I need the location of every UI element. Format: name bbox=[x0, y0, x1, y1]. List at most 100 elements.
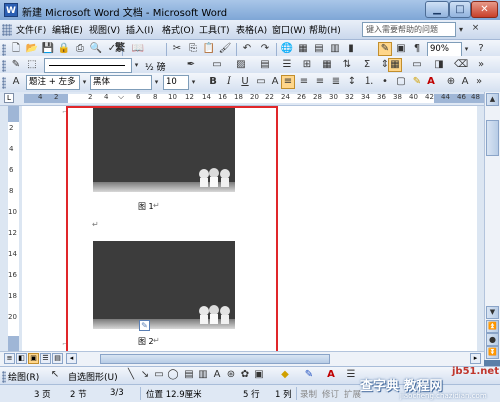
help-dropdown-icon[interactable]: ▾ bbox=[459, 25, 463, 34]
hyperlink-icon[interactable]: 🌐 bbox=[280, 42, 294, 56]
character-shading-icon[interactable]: A bbox=[268, 75, 282, 89]
toolbar-grip[interactable] bbox=[2, 371, 6, 383]
font-dropdown-icon[interactable]: ▾ bbox=[152, 75, 161, 90]
draw-table-icon[interactable]: ▦ bbox=[388, 58, 402, 72]
previous-page-icon[interactable]: ⏫ bbox=[486, 320, 499, 333]
maximize-button[interactable]: □ bbox=[449, 1, 471, 18]
menu-edit[interactable]: 编辑(E) bbox=[52, 23, 83, 36]
vertical-scrollbar[interactable]: ▲ ▼ ⏫ ● ⏬ bbox=[484, 92, 500, 360]
select-objects-icon[interactable]: ↖ bbox=[48, 368, 62, 382]
menu-tools[interactable]: 工具(T) bbox=[199, 23, 230, 36]
wordart-icon[interactable]: A bbox=[210, 368, 224, 382]
cut-icon[interactable]: ✂ bbox=[170, 42, 184, 56]
permission-icon[interactable]: 🔒 bbox=[57, 42, 71, 56]
menu-help[interactable]: 帮助(H) bbox=[309, 23, 341, 36]
autosum-icon[interactable]: Σ bbox=[360, 58, 374, 72]
align-center-icon[interactable]: ≡ bbox=[297, 75, 311, 89]
grow-font-icon[interactable]: A bbox=[458, 75, 472, 89]
font-size-dropdown-icon[interactable]: ▾ bbox=[189, 75, 198, 90]
shading-color-icon[interactable]: ◨ bbox=[432, 58, 446, 72]
status-extend[interactable]: 扩展 bbox=[344, 388, 361, 400]
select-icon[interactable]: ⬚ bbox=[25, 58, 39, 72]
traditional-chinese-button[interactable]: 繁 bbox=[112, 42, 128, 56]
menu-window[interactable]: 窗口(W) bbox=[272, 23, 306, 36]
line-color-icon[interactable]: ✎ bbox=[302, 368, 316, 382]
scroll-left-icon[interactable]: ◂ bbox=[66, 353, 77, 364]
document-map-icon[interactable]: ▣ bbox=[394, 42, 408, 56]
autoshapes-menu-button[interactable]: 自选图形(U) bbox=[68, 370, 118, 383]
edit-icon[interactable]: ✎ bbox=[9, 58, 23, 72]
reading-layout-icon[interactable]: ▤ bbox=[52, 353, 63, 364]
toolbar-grip[interactable] bbox=[2, 77, 6, 89]
normal-view-icon[interactable]: ≡ bbox=[4, 353, 15, 364]
distribute-rows-icon[interactable]: ⊞ bbox=[300, 58, 314, 72]
next-page-icon[interactable]: ⏬ bbox=[486, 346, 499, 359]
minimize-button[interactable]: ▁ bbox=[425, 1, 449, 18]
web-layout-icon[interactable]: ◧ bbox=[16, 353, 27, 364]
drawing-icon[interactable]: ✎ bbox=[378, 42, 392, 56]
style-dropdown-icon[interactable]: ▾ bbox=[80, 75, 89, 90]
indent-marker-icon[interactable]: ⌵ bbox=[118, 92, 124, 102]
research-icon[interactable]: 📖 bbox=[131, 42, 145, 56]
style-select[interactable]: 题注 + 左多 bbox=[26, 75, 80, 90]
fill-color-icon[interactable]: ◆ bbox=[278, 368, 292, 382]
columns-icon[interactable]: ▮ bbox=[344, 42, 358, 56]
numbering-icon[interactable]: ⒈ bbox=[362, 75, 376, 89]
styles-icon[interactable]: A bbox=[9, 75, 23, 89]
horizontal-scroll-thumb[interactable] bbox=[100, 354, 330, 364]
outline-view-icon[interactable]: ☰ bbox=[40, 353, 51, 364]
align-icon[interactable]: ☰ bbox=[280, 58, 294, 72]
menu-insert[interactable]: 插入(I) bbox=[126, 23, 154, 36]
print-preview-icon[interactable]: 🔍 bbox=[89, 42, 103, 56]
help-search-input[interactable]: 键入需要帮助的问题 bbox=[362, 22, 456, 37]
border-icon[interactable]: ▭ bbox=[210, 58, 224, 72]
sort-icon[interactable]: ⇅ bbox=[340, 58, 354, 72]
menu-table[interactable]: 表格(A) bbox=[236, 23, 267, 36]
font-color-button[interactable]: A bbox=[424, 75, 438, 89]
toolbar-grip[interactable] bbox=[2, 60, 6, 72]
undo-icon[interactable]: ↶ bbox=[240, 42, 254, 56]
close-button[interactable]: ✕ bbox=[471, 1, 498, 18]
oval-icon[interactable]: ◯ bbox=[166, 368, 180, 382]
menu-grip[interactable] bbox=[2, 24, 12, 36]
vertical-textbox-icon[interactable]: ▥ bbox=[196, 368, 210, 382]
menu-format[interactable]: 格式(O) bbox=[162, 23, 194, 36]
horizontal-scrollbar[interactable]: ≡ ◧ ▣ ☰ ▤ ◂ ▸ bbox=[0, 351, 484, 366]
show-hide-icon[interactable]: ¶ bbox=[410, 42, 424, 56]
erase-icon[interactable]: ⌫ bbox=[454, 58, 468, 72]
insert-excel-icon[interactable]: ▥ bbox=[328, 42, 342, 56]
line-style-dropdown-icon[interactable]: ▾ bbox=[132, 58, 141, 73]
justify-icon[interactable]: ≣ bbox=[329, 75, 343, 89]
character-border-icon[interactable]: ▭ bbox=[254, 75, 268, 89]
font-size-select[interactable]: 10 bbox=[163, 75, 189, 90]
line-weight-label[interactable]: ½ 磅 bbox=[145, 60, 166, 73]
underline-button[interactable]: U bbox=[238, 75, 252, 89]
table-autoformat-icon[interactable]: ▦ bbox=[320, 58, 334, 72]
paste-icon[interactable]: 📋 bbox=[202, 42, 216, 56]
copy-icon[interactable]: ⎘ bbox=[186, 42, 200, 56]
outside-border-icon[interactable]: ▢ bbox=[394, 75, 408, 89]
menu-view[interactable]: 视图(V) bbox=[89, 23, 120, 36]
browse-object-icon[interactable]: ● bbox=[486, 333, 499, 346]
arrow-icon[interactable]: ↘ bbox=[138, 368, 152, 382]
status-track-changes[interactable]: 修订 bbox=[322, 388, 339, 400]
print-layout-icon[interactable]: ▣ bbox=[28, 353, 39, 364]
line-style-icon[interactable]: ☰ bbox=[344, 368, 358, 382]
save-icon[interactable]: 💾 bbox=[41, 42, 55, 56]
line-style-select[interactable] bbox=[44, 58, 132, 73]
text-color-icon[interactable]: A bbox=[324, 368, 338, 382]
vertical-scroll-thumb[interactable] bbox=[486, 120, 499, 156]
scroll-up-icon[interactable]: ▲ bbox=[486, 93, 499, 106]
format-painter-icon[interactable]: 🖌 bbox=[218, 42, 232, 56]
textbox-icon[interactable]: ▤ bbox=[182, 368, 196, 382]
align-left-icon[interactable]: ≡ bbox=[281, 75, 295, 89]
italic-button[interactable]: I bbox=[222, 75, 236, 89]
tables-borders-icon[interactable]: ▦ bbox=[296, 42, 310, 56]
scroll-down-icon[interactable]: ▼ bbox=[486, 306, 499, 319]
tab-selector[interactable]: L bbox=[4, 93, 14, 103]
doc-close-icon[interactable]: × bbox=[470, 23, 481, 34]
merge-cells-icon[interactable]: ▤ bbox=[258, 58, 272, 72]
zoom-dropdown-icon[interactable]: ▾ bbox=[462, 42, 471, 57]
more-icon[interactable]: » bbox=[474, 58, 488, 72]
line-spacing-icon[interactable]: ↕ bbox=[345, 75, 359, 89]
